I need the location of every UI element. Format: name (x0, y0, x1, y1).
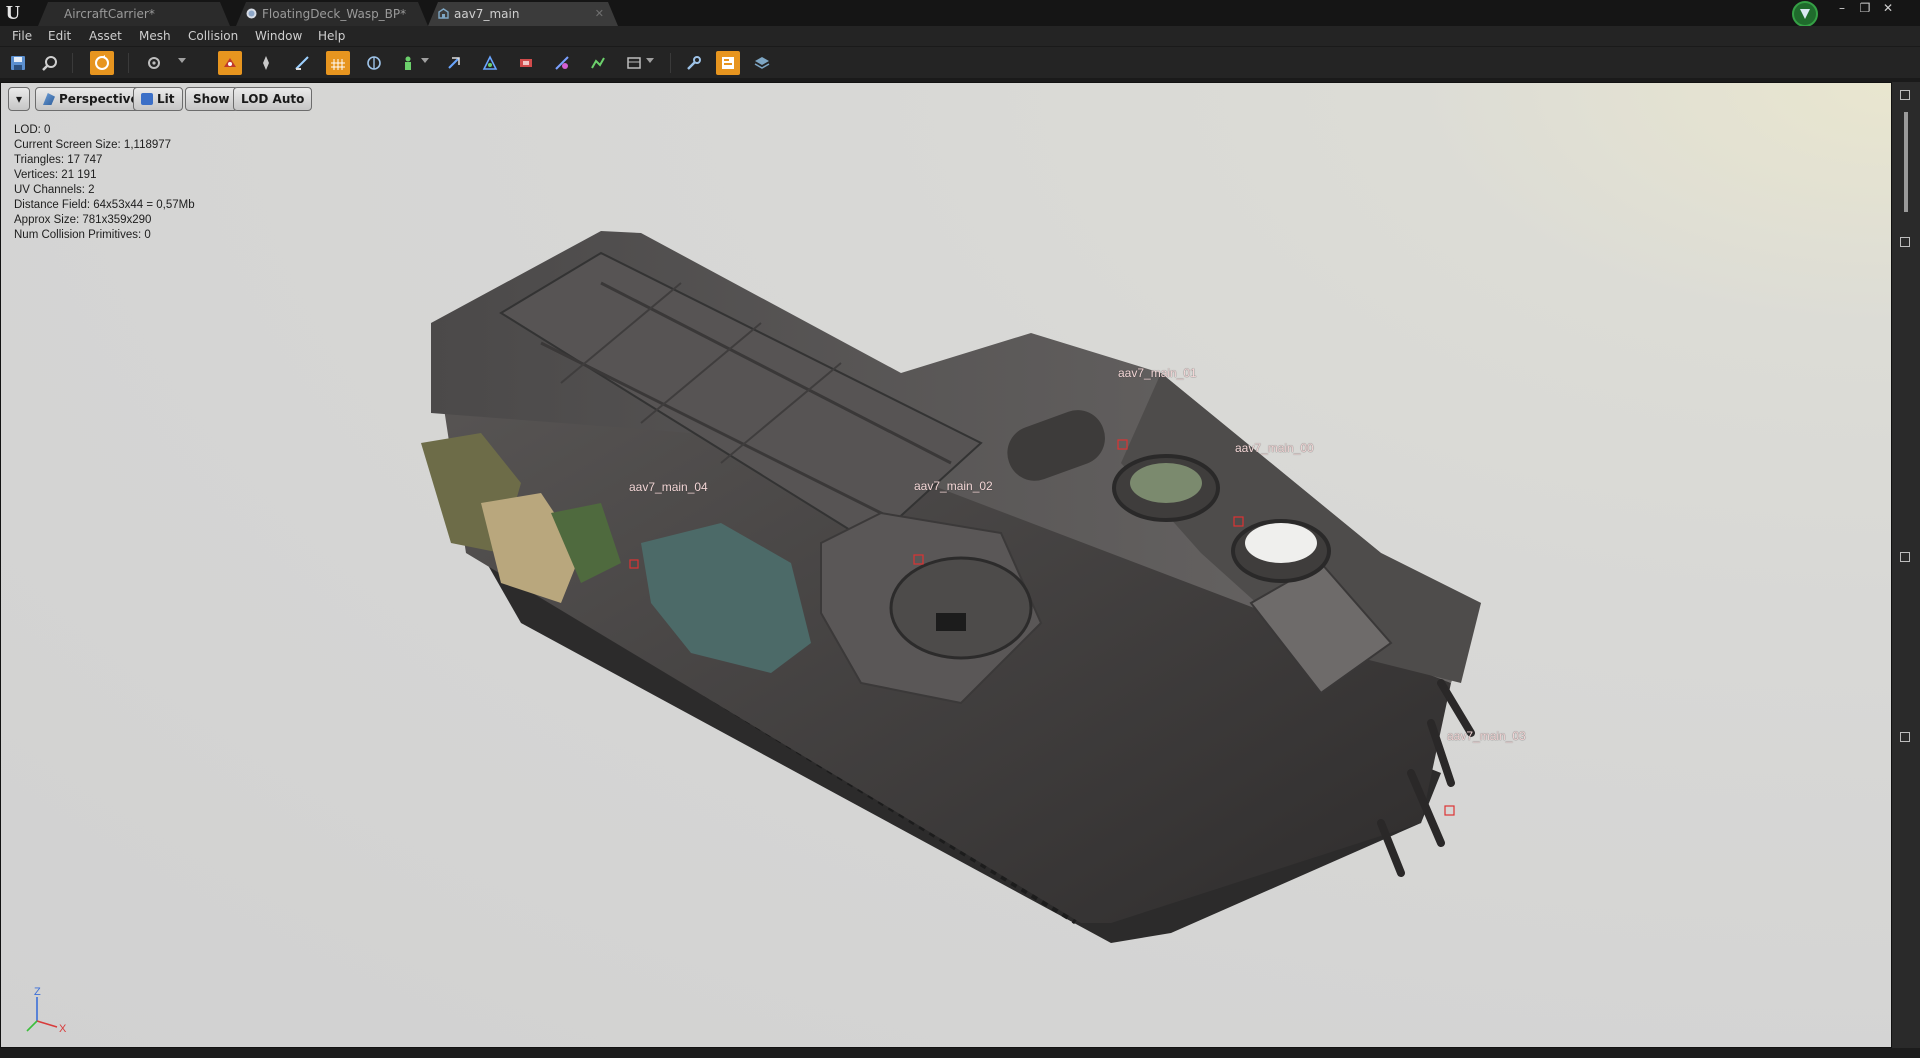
stat-screen-size: Current Screen Size: 1,118977 (14, 139, 172, 151)
status-bar (0, 1048, 1920, 1058)
axis-gizmo: Z X (26, 987, 67, 1035)
reimport-icon[interactable] (90, 51, 114, 75)
tab-floatingdeck[interactable]: FloatingDeck_Wasp_BP* (236, 2, 428, 26)
menu-edit[interactable]: Edit (48, 26, 71, 46)
normals-icon[interactable] (290, 51, 314, 75)
tab-aav7-main[interactable]: aav7_main ✕ (428, 2, 618, 26)
title-bar: U AircraftCarrier* FloatingDeck_Wasp_BP*… (0, 0, 1920, 27)
source-control-icon[interactable] (1792, 1, 1818, 27)
stat-triangles: Triangles: 17 747 (14, 154, 103, 166)
perspective-icon (43, 93, 55, 105)
unreal-logo-icon[interactable]: U (2, 2, 24, 24)
tab-label: aav7_main (454, 7, 520, 21)
mesh-viewport[interactable]: ▾ Perspective Lit Show LOD Auto LOD: 0 C… (0, 82, 1892, 1048)
chevron-down-icon[interactable] (421, 58, 429, 63)
panel-tab-icon[interactable] (1900, 237, 1910, 247)
lod-icon[interactable] (586, 51, 610, 75)
secondary-icon[interactable] (622, 51, 646, 75)
stat-approx-size: Approx Size: 781x359x290 (14, 214, 152, 226)
stat-collision-primitives: Num Collision Primitives: 0 (14, 229, 151, 241)
bounds-icon[interactable] (362, 51, 386, 75)
menu-asset[interactable]: Asset (89, 26, 122, 46)
stat-vertices: Vertices: 21 191 (14, 169, 97, 181)
toolbar (0, 46, 1920, 78)
stat-lod: LOD: 0 (14, 124, 51, 136)
static-mesh-icon (438, 8, 449, 19)
chevron-down-icon[interactable] (178, 58, 186, 63)
level-icon (48, 8, 59, 19)
close-tab-icon[interactable]: ✕ (595, 2, 604, 26)
menu-mesh[interactable]: Mesh (139, 26, 171, 46)
tab-label: FloatingDeck_Wasp_BP* (262, 7, 407, 21)
tab-label: AircraftCarrier* (64, 7, 155, 21)
panel-tab-icon[interactable] (1900, 552, 1910, 562)
collision-icon[interactable] (396, 51, 420, 75)
panel-tab-icon[interactable] (1900, 90, 1910, 100)
menu-file[interactable]: File (12, 26, 32, 46)
stat-distance-field: Distance Field: 64x53x44 = 0,57Mb (14, 199, 195, 211)
menu-window[interactable]: Window (255, 26, 302, 46)
uv-icon[interactable] (514, 51, 538, 75)
browse-icon[interactable] (38, 51, 62, 75)
details-panel-collapsed[interactable] (1892, 82, 1920, 1048)
socket-label[interactable]: aav7_main_03 (1447, 729, 1526, 743)
minimize-button[interactable]: – (1832, 0, 1852, 16)
blueprint-icon (246, 8, 257, 19)
chevron-down-icon: ▾ (15, 92, 23, 106)
complex-collision-icon[interactable] (478, 51, 502, 75)
panel-tab-icon[interactable] (1900, 732, 1910, 742)
stat-uv-channels: UV Channels: 2 (14, 184, 95, 196)
menu-bar: File Edit Asset Mesh Collision Window He… (0, 26, 1920, 46)
tab-aircraftcarrier[interactable]: AircraftCarrier* (38, 2, 230, 26)
chevron-down-icon[interactable] (646, 58, 654, 63)
lit-cube-icon (141, 93, 153, 105)
socket-label[interactable]: aav7_main_02 (914, 479, 993, 493)
aav7-vehicle-mesh (421, 231, 1481, 943)
socket-label[interactable]: aav7_main_00 (1235, 441, 1314, 455)
show-button[interactable]: Show (185, 87, 238, 111)
lit-button[interactable]: Lit (133, 87, 183, 111)
viewport-options-button[interactable]: ▾ (8, 87, 30, 111)
camera-icon[interactable] (142, 51, 166, 75)
axis-z-label: Z (34, 987, 41, 998)
menu-collision[interactable]: Collision (188, 26, 238, 46)
perspective-button[interactable]: Perspective (35, 87, 147, 111)
toolbar-divider (128, 53, 129, 73)
properties-icon[interactable] (682, 51, 706, 75)
sockets-icon[interactable] (218, 51, 242, 75)
vertex-color-icon[interactable] (550, 51, 574, 75)
details-panel-icon[interactable] (716, 51, 740, 75)
restore-button[interactable]: ❐ (1855, 0, 1875, 16)
toolbar-divider (670, 53, 671, 73)
close-window-button[interactable]: ✕ (1878, 0, 1898, 16)
perspective-label: Perspective (59, 92, 139, 106)
socket-label[interactable]: aav7_main_04 (629, 480, 708, 494)
menu-help[interactable]: Help (318, 26, 345, 46)
lit-label: Lit (157, 92, 175, 106)
scrollbar-thumb[interactable] (1904, 112, 1908, 212)
lod-auto-button[interactable]: LOD Auto (233, 87, 313, 111)
axis-x-label: X (59, 1023, 67, 1035)
pivot-icon[interactable] (254, 51, 278, 75)
toolbar-divider (72, 53, 73, 73)
save-icon[interactable] (6, 51, 30, 75)
grid-icon[interactable] (326, 51, 350, 75)
socket-label[interactable]: aav7_main_01 (1118, 366, 1197, 380)
mesh-stats-overlay: LOD: 0 Current Screen Size: 1,118977 Tri… (14, 123, 195, 243)
simple-collision-icon[interactable] (442, 51, 466, 75)
layers-icon[interactable] (750, 51, 774, 75)
